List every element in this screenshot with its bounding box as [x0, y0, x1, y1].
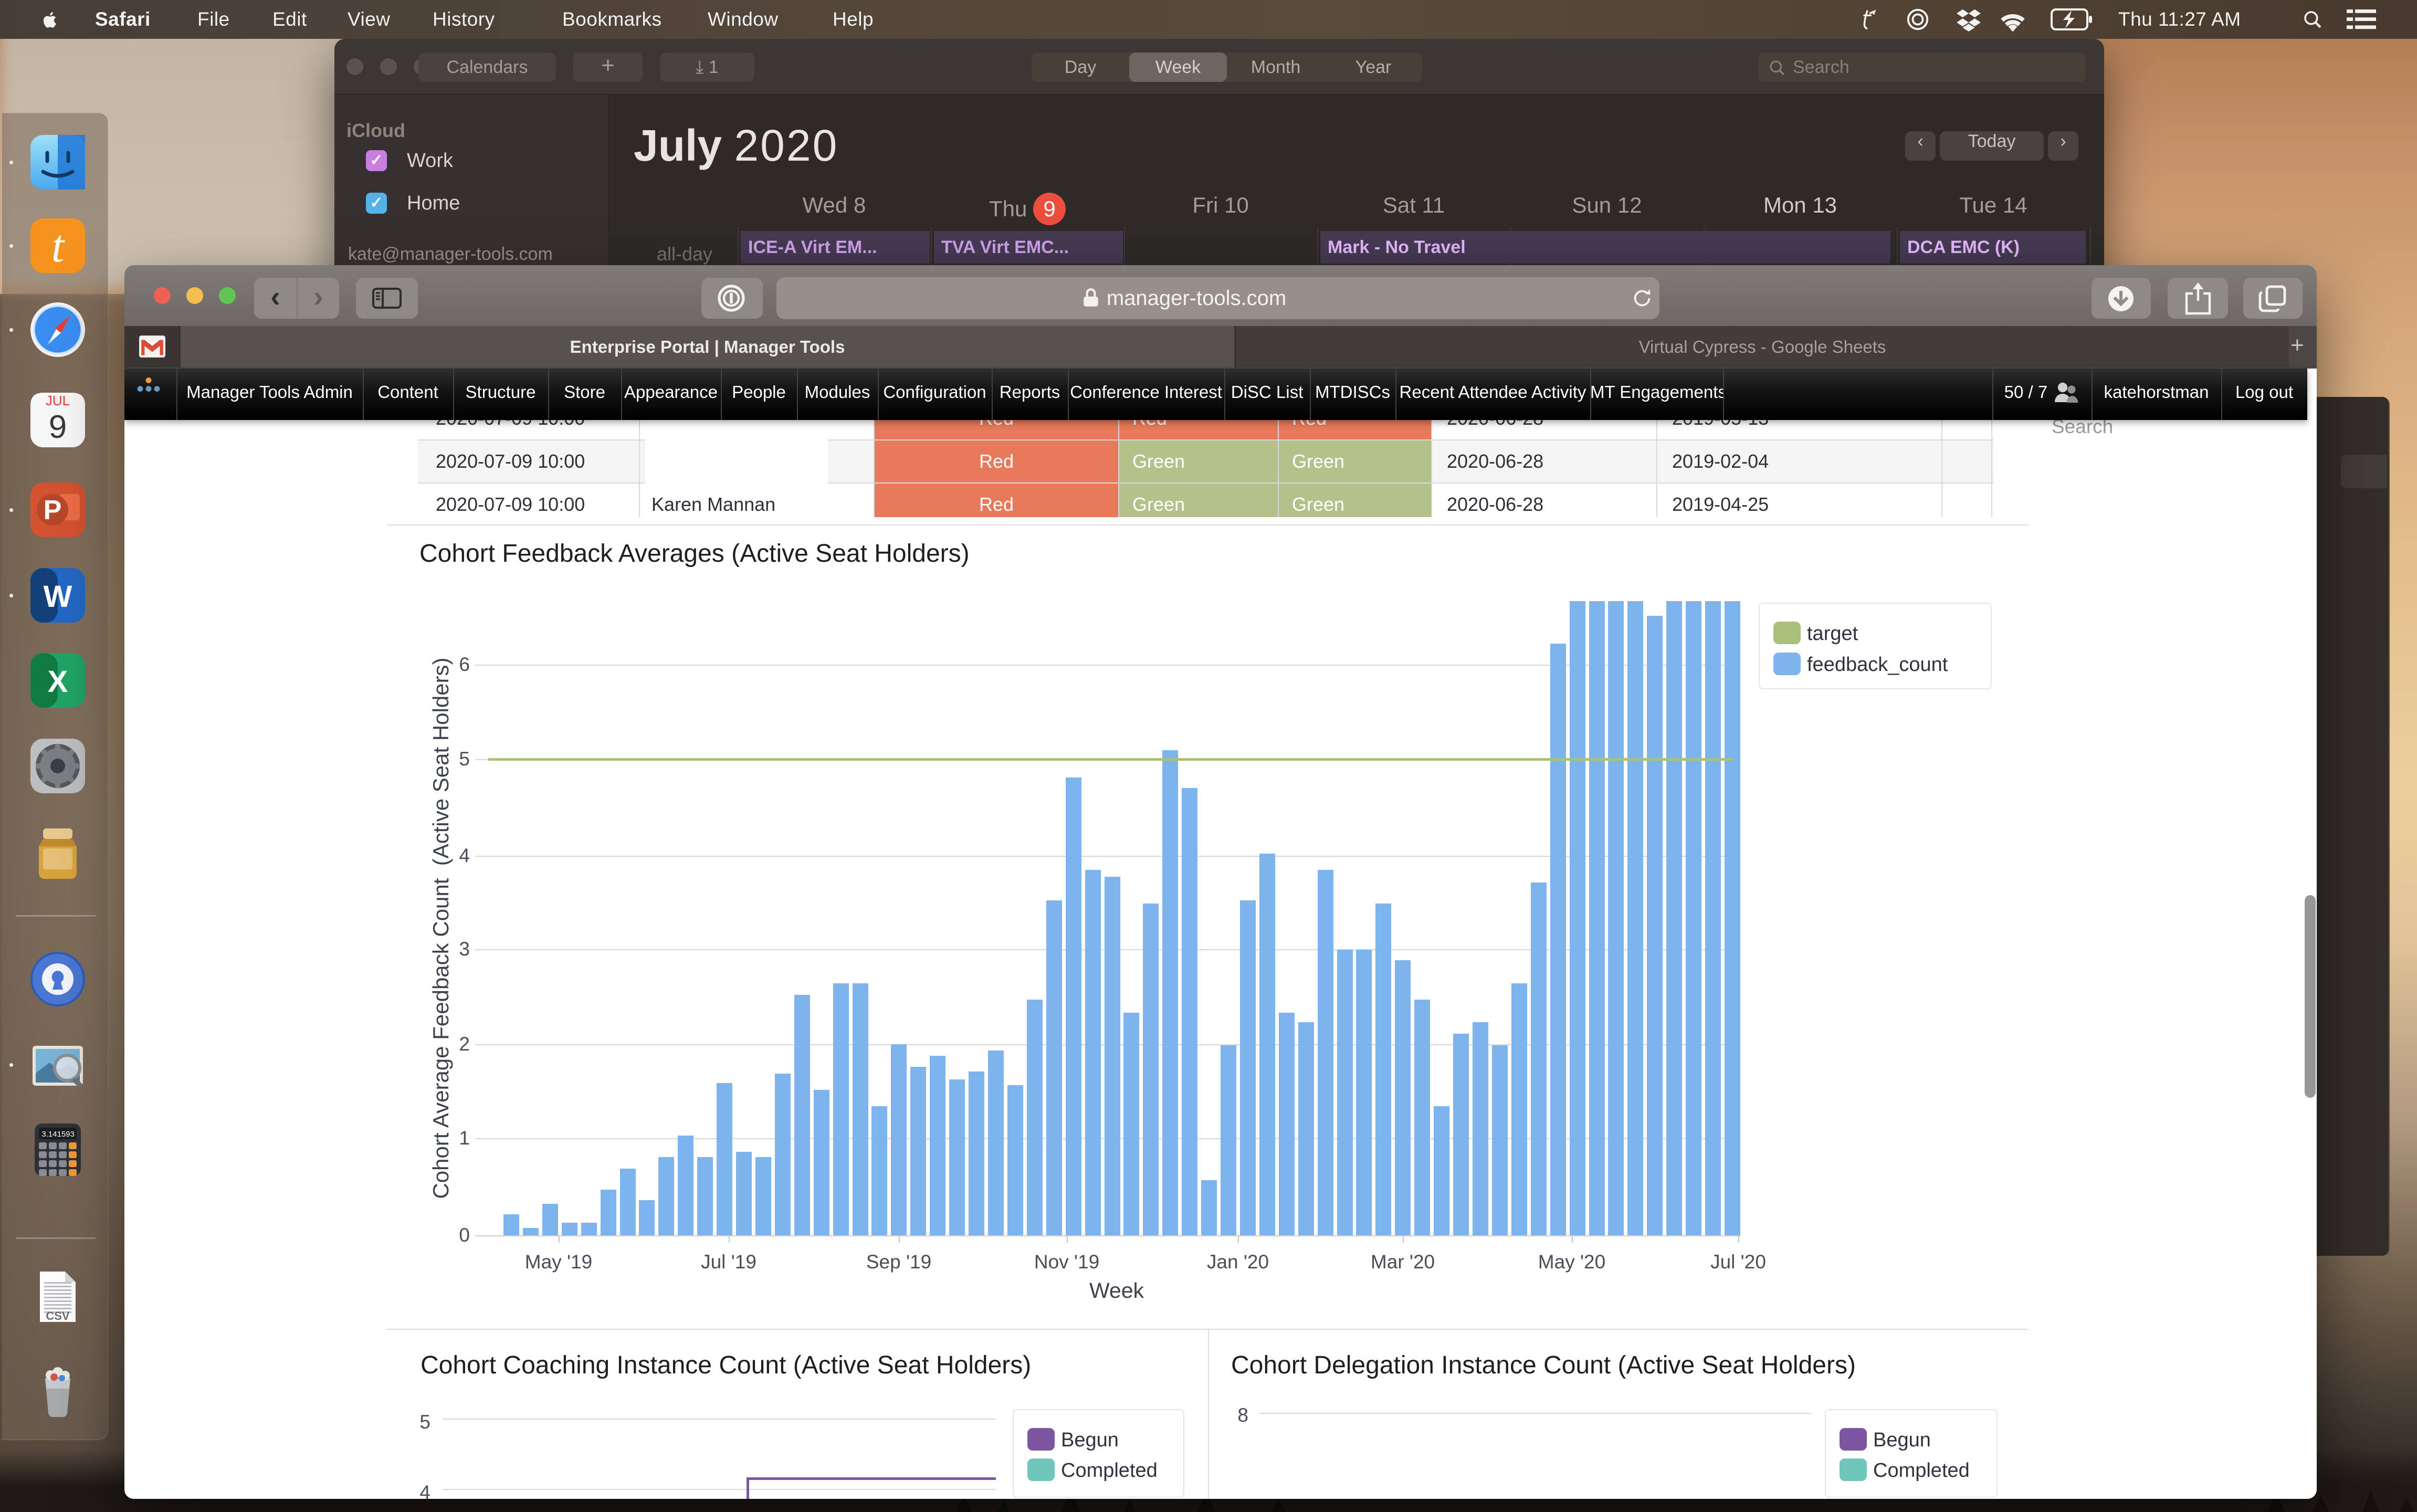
svg-text:3.141593: 3.141593 [41, 1130, 75, 1139]
svg-text:P: P [44, 495, 62, 526]
svg-text:W: W [44, 580, 72, 614]
svg-text:JUL: JUL [46, 393, 70, 408]
svg-text:t: t [51, 221, 66, 272]
svg-text:9: 9 [49, 409, 67, 445]
svg-text:CSV: CSV [46, 1309, 70, 1322]
svg-text:X: X [48, 665, 68, 699]
